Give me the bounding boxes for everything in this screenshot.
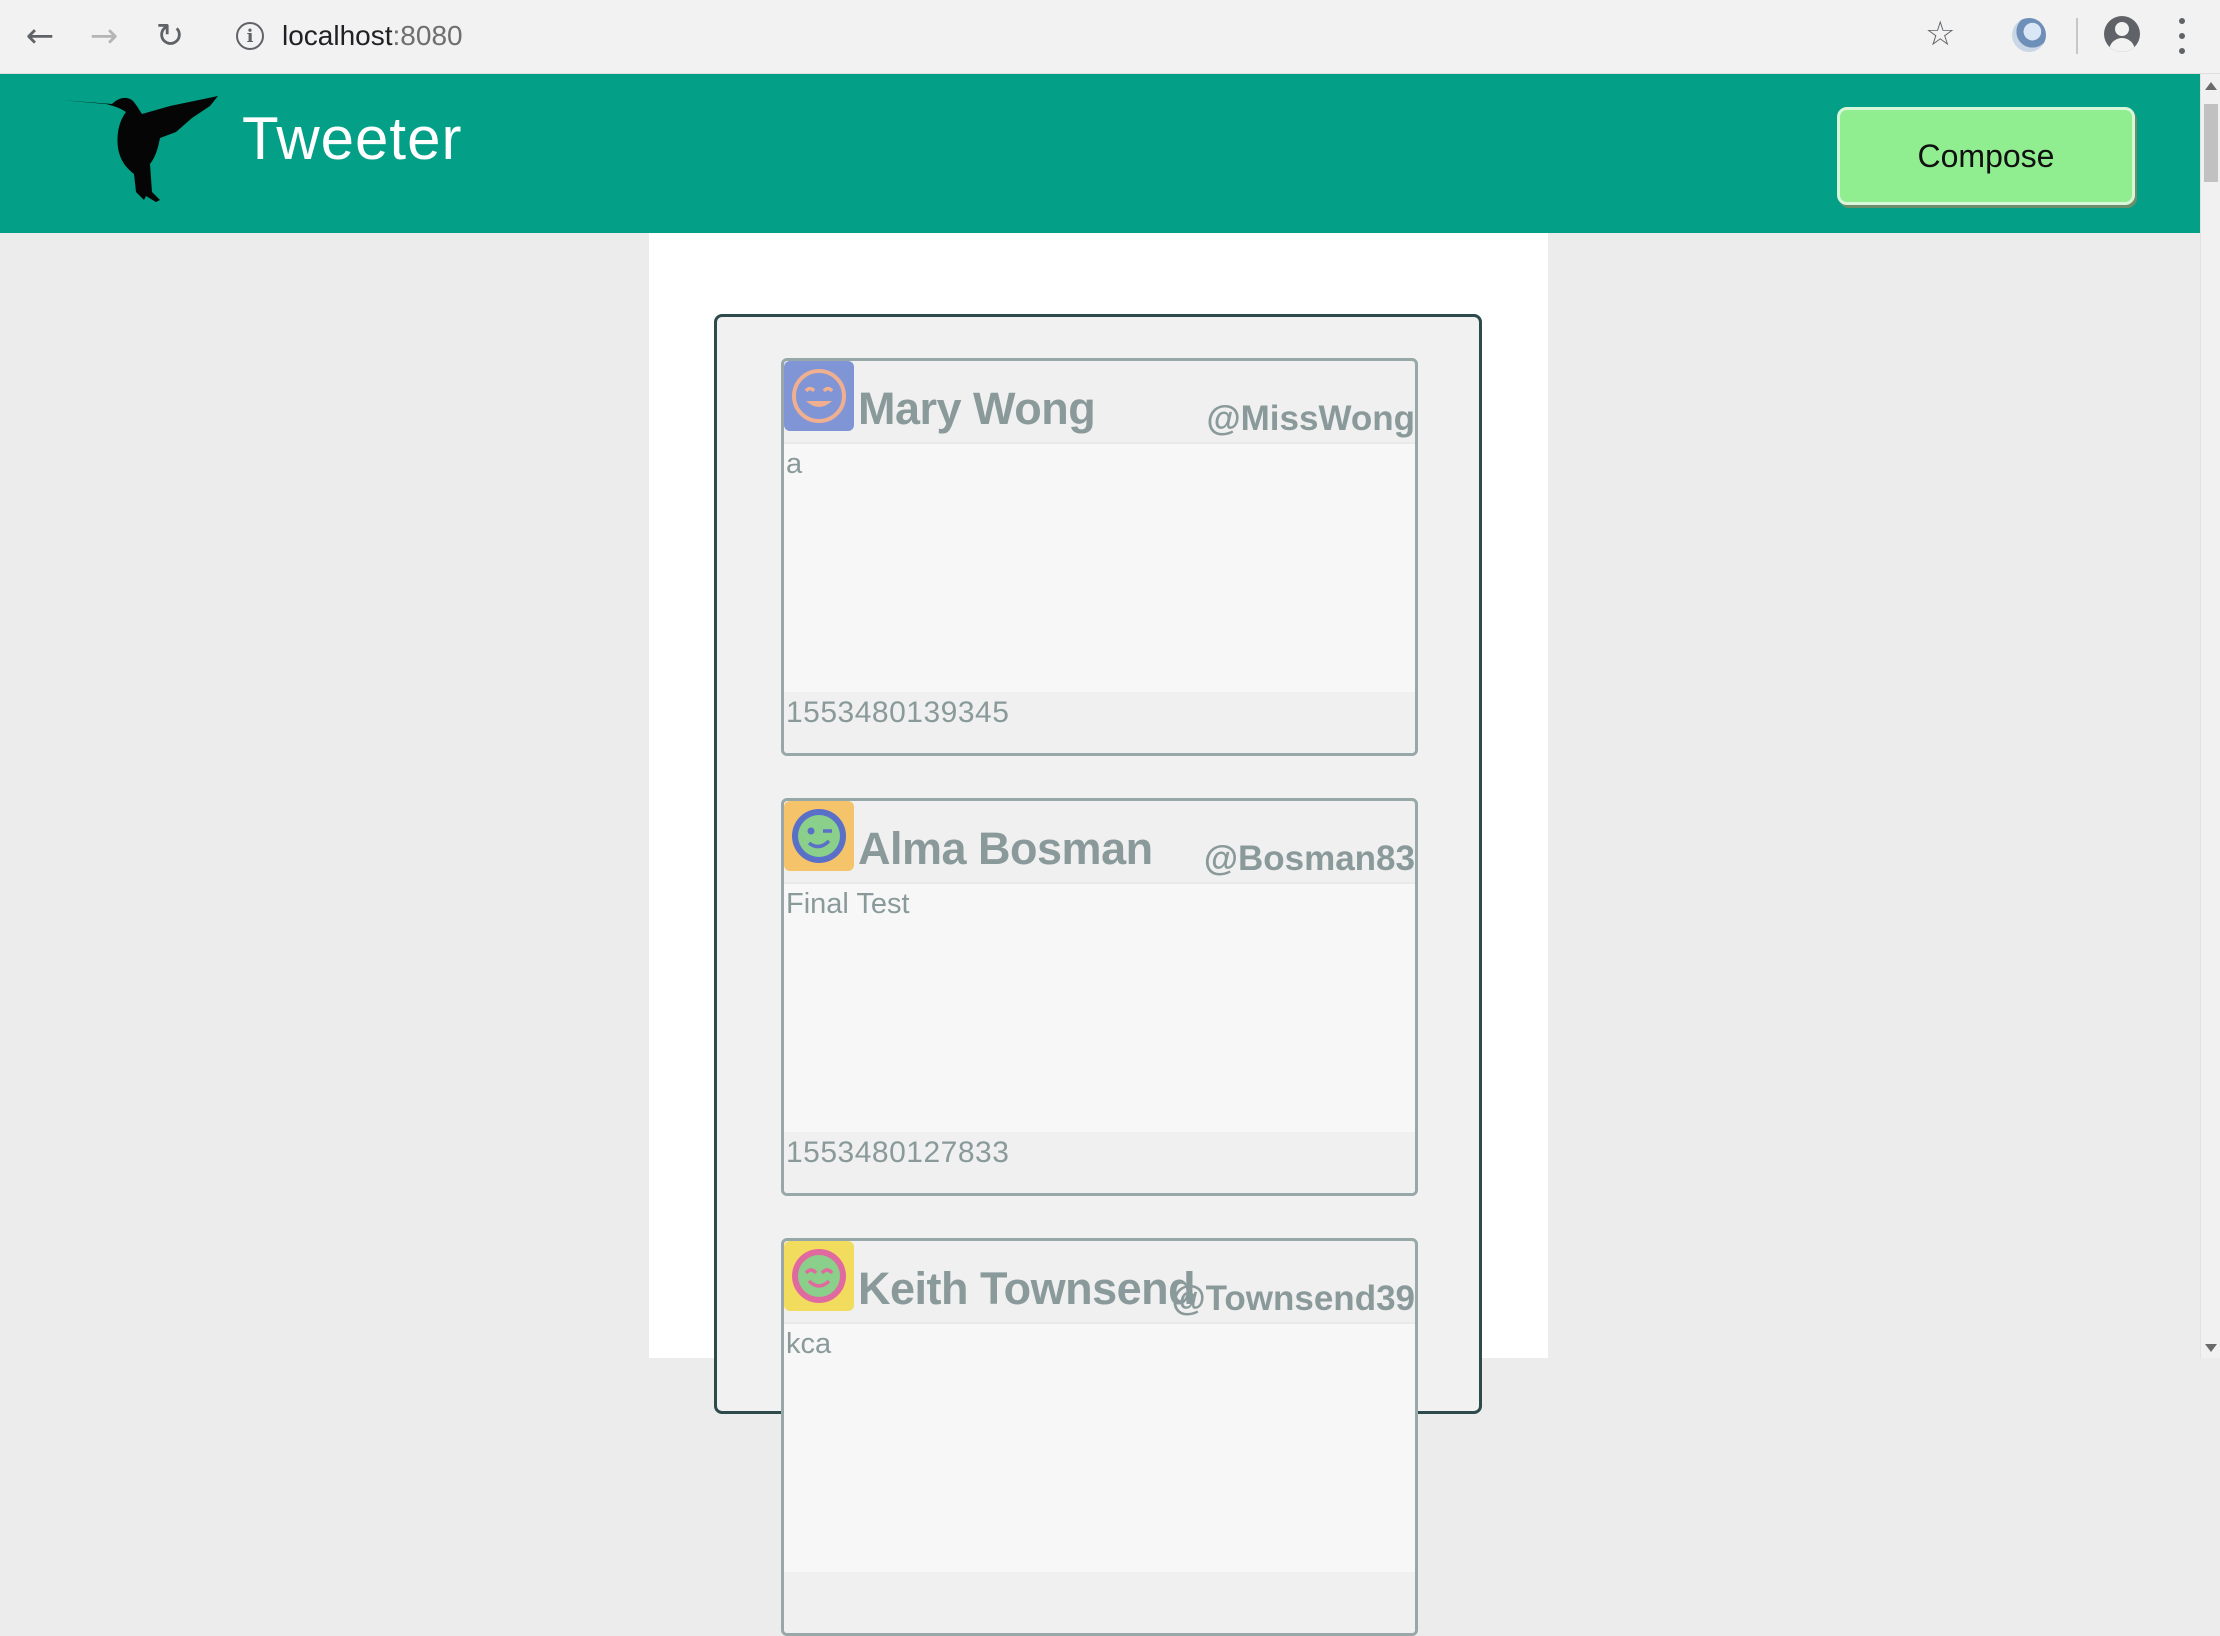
tweet-header: Keith Townsend @Townsend39 [784,1241,1415,1322]
app-header: Tweeter Compose [0,74,2200,233]
tweet-author-name: Alma Bosman [858,823,1153,874]
bookmark-star-icon[interactable]: ☆ [1925,14,1955,54]
tweet-text: a [786,448,803,480]
url-host: localhost [282,20,393,51]
toolbar-divider [2076,18,2078,54]
address-bar[interactable]: i localhost:8080 [216,9,1986,63]
tweet-card: Alma Bosman @Bosman83 Final Test 1553480… [781,798,1418,1196]
site-info-icon[interactable]: i [236,22,264,50]
tweet-author-name: Mary Wong [858,383,1096,434]
tweet-author-name: Keith Townsend [858,1263,1196,1314]
browser-menu-icon[interactable] [2178,18,2186,54]
tweet-footer [784,1572,1415,1633]
tweet-author-handle: @Townsend39 [1171,1279,1415,1318]
scroll-up-arrow-icon[interactable] [2205,82,2217,90]
tweet-text: kca [786,1328,832,1360]
browser-toolbar: ← → ↻ i localhost:8080 ☆ [0,0,2220,74]
scrollbar-thumb[interactable] [2204,104,2218,182]
reload-icon[interactable]: ↻ [148,14,192,58]
app-title: Tweeter [242,105,463,172]
account-icon[interactable] [2104,16,2140,52]
back-arrow-icon[interactable]: ← [18,14,62,58]
winking-face-icon [784,801,854,871]
tweet-author-handle: @MissWong [1206,399,1415,438]
main-column: Mary Wong @MissWong a 1553480139345 Alma… [649,233,1548,1636]
tweet-body: a [784,442,1415,694]
smiling-face-icon [784,361,854,431]
compose-button[interactable]: Compose [1837,107,2135,205]
tweet-text: Final Test [786,888,910,920]
extension-icon[interactable] [2012,18,2046,52]
tweet-footer: 1553480139345 [784,692,1415,753]
tweet-header: Mary Wong @MissWong [784,361,1415,442]
happy-face-icon [784,1241,854,1311]
tweet-header: Alma Bosman @Bosman83 [784,801,1415,882]
forward-arrow-icon[interactable]: → [82,14,126,58]
tweet-body: Final Test [784,882,1415,1134]
tweet-card: Mary Wong @MissWong a 1553480139345 [781,358,1418,756]
tweet-author-handle: @Bosman83 [1203,839,1415,878]
tweet-timestamp: 1553480139345 [786,696,1010,729]
page-scrollbar[interactable] [2200,74,2220,1358]
tweet-footer: 1553480127833 [784,1132,1415,1193]
tweet-timestamp: 1553480127833 [786,1136,1010,1169]
tweet-feed: Mary Wong @MissWong a 1553480139345 Alma… [714,314,1482,1636]
hummingbird-logo-icon [60,96,218,202]
url-port: :8080 [392,20,463,51]
tweet-body: kca [784,1322,1415,1574]
tweet-card: Keith Townsend @Townsend39 kca [781,1238,1418,1636]
scroll-down-arrow-icon[interactable] [2205,1344,2217,1352]
